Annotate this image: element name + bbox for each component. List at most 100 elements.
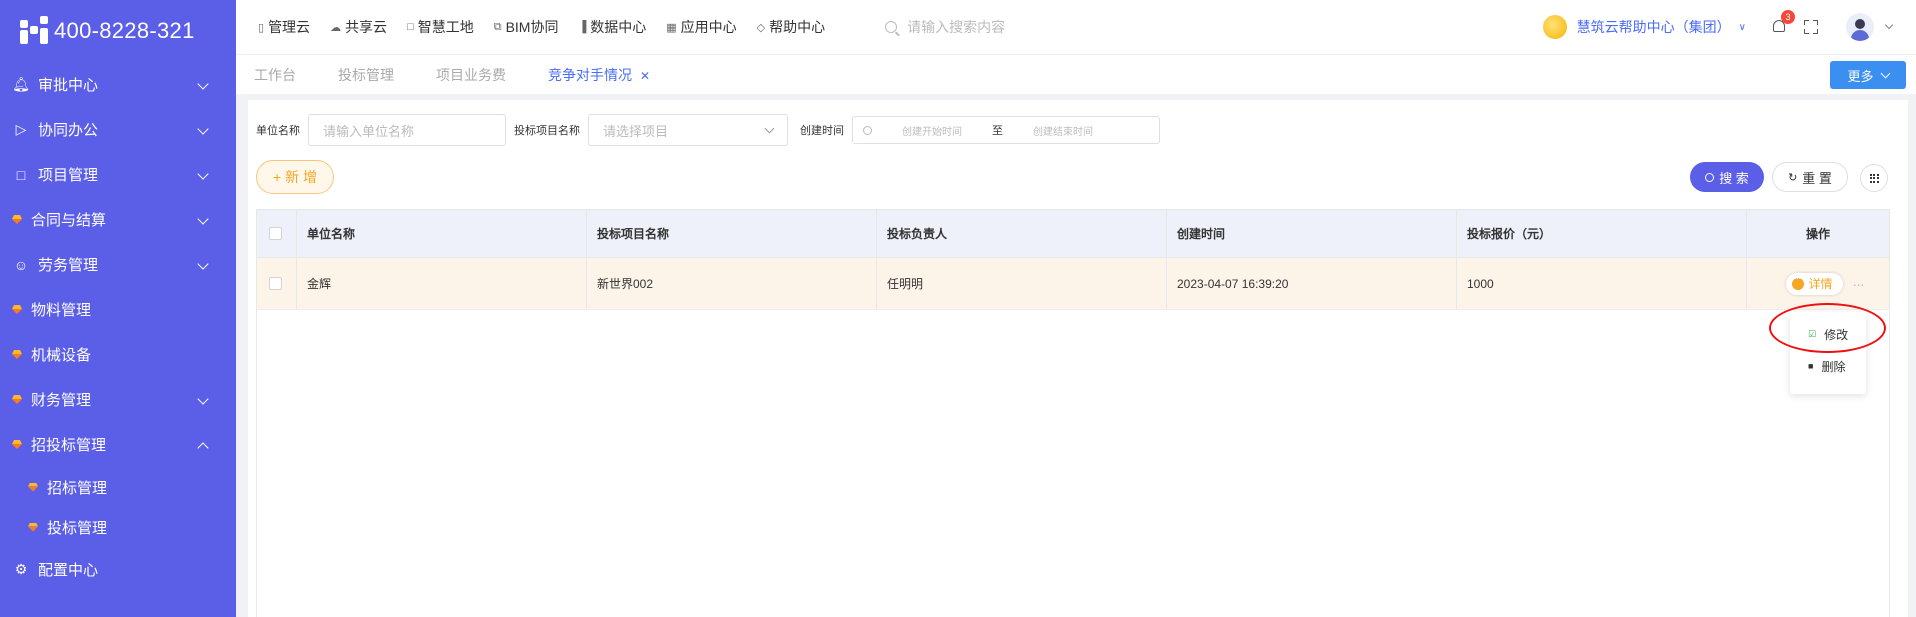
edit-menu-item[interactable]: ☑ 修改 (1790, 318, 1866, 350)
cell-time: 2023-04-07 16:39:20 (1167, 258, 1457, 309)
search-icon (1705, 172, 1715, 182)
chevron-down-icon (764, 123, 775, 133)
sidebar-item-labor[interactable]: ☺ 劳务管理 (0, 242, 236, 287)
sidebar-subitem-label: 招标管理 (47, 479, 108, 497)
sidebar-item-finance[interactable]: 财务管理 (0, 377, 236, 422)
column-header[interactable]: 投标报价（元） (1457, 210, 1747, 257)
grid-icon (1869, 173, 1879, 183)
topnav-label: 帮助中心 (769, 19, 826, 35)
sidebar-item-approval[interactable]: 🔔︎ 审批中心 (0, 62, 236, 107)
add-button[interactable]: + 新 增 (256, 160, 334, 194)
column-header[interactable]: 创建时间 (1167, 210, 1457, 257)
sidebar-item-label: 审批中心 (38, 77, 99, 94)
sidebar-item-config[interactable]: ⚙ 配置中心 (0, 547, 236, 592)
column-header[interactable]: 投标负责人 (877, 210, 1167, 257)
select-all-checkbox[interactable] (269, 227, 282, 240)
tab-bid-management[interactable]: 投标管理 (338, 65, 394, 85)
edit-label: 修改 (1824, 327, 1849, 342)
notification-bell-icon[interactable]: 3 (1770, 10, 1795, 36)
topnav-item-data-center[interactable]: ▐ 数据中心 (578, 17, 646, 37)
sidebar-subitem-tender[interactable]: 招标管理 (0, 467, 236, 507)
sidebar-item-machinery[interactable]: 机械设备 (0, 332, 236, 377)
end-date-placeholder[interactable]: 创建结束时间 (1033, 123, 1093, 138)
chevron-down-icon[interactable] (1884, 22, 1894, 32)
topnav-item-smart-site[interactable]: □ 智慧工地 (407, 17, 474, 37)
row-checkbox-cell (257, 258, 297, 309)
reset-button-label: 重 置 (1802, 170, 1832, 186)
book-icon: □ (407, 21, 414, 33)
refresh-icon: ↻ (1788, 171, 1798, 184)
detail-button[interactable]: 详情 (1786, 272, 1843, 295)
column-header[interactable]: 投标项目名称 (587, 210, 877, 257)
tab-competitors[interactable]: 竞争对手情况 ✕ (548, 65, 650, 85)
gem-icon (12, 440, 22, 449)
topnav-item-management-cloud[interactable]: ▯ 管理云 (258, 17, 310, 37)
app-root: 400-8228-321 🔔︎ 审批中心 ▷ 协同办公 □ 项目管理 合同与结算… (0, 0, 1916, 617)
topnav-item-bim[interactable]: ⧉ BIM协同 (494, 17, 559, 37)
search-button[interactable]: 搜 索 (1690, 162, 1764, 192)
send-icon: ▷ (15, 121, 27, 137)
project-select[interactable]: 请选择项目 (588, 114, 788, 146)
topnav-label: 共享云 (345, 19, 388, 35)
sidebar-item-material[interactable]: 物料管理 (0, 287, 236, 332)
delete-label: 删除 (1821, 359, 1846, 374)
sidebar-item-contract[interactable]: 合同与结算 (0, 197, 236, 242)
column-settings-button[interactable] (1860, 164, 1888, 192)
tab-workbench[interactable]: 工作台 (254, 65, 296, 85)
reset-button[interactable]: ↻ 重 置 (1772, 162, 1848, 192)
chevron-down-icon (1880, 68, 1890, 78)
more-label: 更多 (1847, 68, 1874, 84)
chevron-down-icon (196, 168, 210, 182)
chevron-down-icon (196, 213, 210, 227)
time-filter-label: 创建时间 (800, 125, 844, 137)
topnav-label: 数据中心 (590, 19, 647, 35)
sidebar-item-label: 配置中心 (38, 562, 99, 579)
table-row[interactable]: 金辉 新世界002 任明明 2023-04-07 16:39:20 1000 详… (257, 258, 1889, 310)
more-button[interactable]: 更多 (1830, 61, 1906, 89)
delete-menu-item[interactable]: ■ 删除 (1790, 350, 1866, 382)
fullscreen-icon[interactable] (1804, 20, 1818, 34)
start-date-placeholder[interactable]: 创建开始时间 (902, 123, 962, 138)
date-range-picker[interactable]: 创建开始时间 至 创建结束时间 (852, 116, 1160, 144)
gear-icon: ⚙ (14, 561, 28, 577)
more-circle-icon (1792, 273, 1805, 290)
top-nav: ▯ 管理云 ☁ 共享云 □ 智慧工地 ⧉ BIM协同 ▐ 数据中心 ▦ 应用中心 ◇ 帮助中心 (236, 17, 845, 37)
table-header: 单位名称 投标项目名称 投标负责人 创建时间 投标报价（元） 操作 (257, 210, 1889, 258)
org-switcher[interactable]: 慧筑云帮助中心（集团） ∨ (1542, 15, 1746, 39)
detail-label: 详情 (1808, 277, 1833, 291)
gem-icon (12, 215, 22, 224)
cell-actions: 详情 ··· (1747, 258, 1889, 309)
sidebar-item-label: 协同办公 (38, 122, 99, 139)
brand-logo[interactable]: 400-8228-321 (0, 0, 236, 62)
user-avatar[interactable] (1846, 13, 1874, 41)
topnav-item-help-center[interactable]: ◇ 帮助中心 (757, 17, 825, 37)
unit-name-input[interactable]: 请输入单位名称 (308, 114, 506, 146)
sidebar-item-collab[interactable]: ▷ 协同办公 (0, 107, 236, 152)
sidebar-item-project[interactable]: □ 项目管理 (0, 152, 236, 197)
notification-badge: 3 (1781, 10, 1795, 24)
cell-person: 任明明 (877, 258, 1167, 309)
topnav-label: BIM协同 (505, 19, 559, 35)
sidebar-subitem-bid[interactable]: 投标管理 (0, 507, 236, 547)
global-search-input[interactable] (907, 19, 1108, 35)
unit-filter-label: 单位名称 (256, 125, 300, 137)
row-checkbox[interactable] (269, 277, 282, 290)
column-header[interactable]: 单位名称 (297, 210, 587, 257)
gem-icon (28, 483, 38, 492)
chevron-down-icon (196, 78, 210, 92)
layers-icon: ⧉ (493, 20, 502, 33)
topnav-item-share-cloud[interactable]: ☁ 共享云 (330, 17, 387, 37)
chevron-down-icon (196, 258, 210, 272)
gem-icon (12, 395, 22, 404)
more-actions-icon[interactable]: ··· (1853, 276, 1865, 292)
edit-icon: ☑ (1808, 328, 1817, 339)
sidebar-item-bidding[interactable]: 招投标管理 (0, 422, 236, 467)
book-icon: □ (16, 166, 26, 183)
close-icon[interactable]: ✕ (640, 69, 650, 83)
topnav-item-app-center[interactable]: ▦ 应用中心 (666, 17, 736, 37)
main-panel: 单位名称 请输入单位名称 投标项目名称 请选择项目 创建时间 创建开始时间 至 … (248, 100, 1908, 617)
tab-project-fees[interactable]: 项目业务费 (436, 65, 506, 85)
sidebar-item-label: 合同与结算 (31, 212, 107, 229)
cell-unit: 金辉 (297, 258, 587, 309)
competitor-table: 单位名称 投标项目名称 投标负责人 创建时间 投标报价（元） 操作 金辉 新世界… (256, 209, 1890, 617)
